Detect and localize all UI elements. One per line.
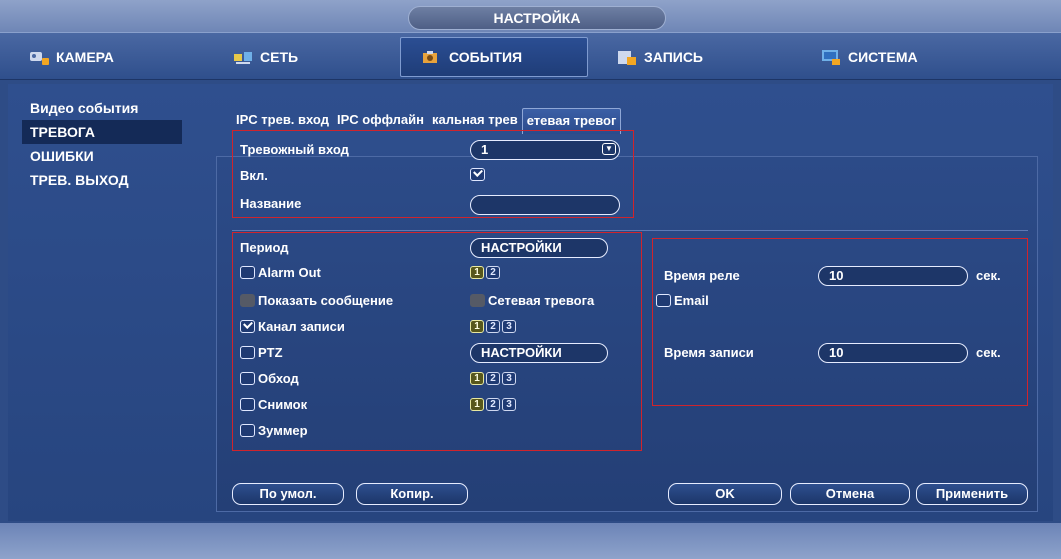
chevron-down-icon: ▼ <box>602 143 616 155</box>
tab-camera-label: КАМЕРА <box>56 49 114 65</box>
tab-network[interactable]: СЕТЬ <box>212 37 392 77</box>
relay-time-label: Время реле <box>664 268 740 283</box>
alarm-out-checkbox[interactable] <box>240 266 255 279</box>
tour-checkbox[interactable] <box>240 372 255 385</box>
sidebar-item-errors[interactable]: ОШИБКИ <box>22 144 182 168</box>
snapshot-channel-2[interactable]: 2 <box>486 398 500 411</box>
sidebar: Видео события ТРЕВОГА ОШИБКИ ТРЕВ. ВЫХОД <box>22 96 182 192</box>
show-message-label: Показать сообщение <box>258 293 394 308</box>
period-label: Период <box>240 240 289 255</box>
tour-channel-3[interactable]: 3 <box>502 372 516 385</box>
net-alarm-checkbox[interactable] <box>470 294 485 307</box>
window-title: НАСТРОЙКА <box>408 6 666 30</box>
snapshot-checkbox[interactable] <box>240 398 255 411</box>
alarm-out-label: Alarm Out <box>258 265 321 280</box>
tab-system[interactable]: СИСТЕМА <box>800 37 1000 77</box>
show-message-checkbox[interactable] <box>240 294 255 307</box>
bottom-bar <box>0 523 1061 559</box>
record-time-input[interactable]: 10 <box>818 343 968 363</box>
snapshot-channel-1[interactable]: 1 <box>470 398 484 411</box>
alarm-input-label: Тревожный вход <box>240 142 349 157</box>
enable-label: Вкл. <box>240 168 268 183</box>
title-bar: НАСТРОЙКА <box>0 0 1061 32</box>
sidebar-item-alarm-output[interactable]: ТРЕВ. ВЫХОД <box>22 168 182 192</box>
relay-time-unit: сек. <box>976 268 1001 283</box>
record-time-unit: сек. <box>976 345 1001 360</box>
tab-system-label: СИСТЕМА <box>848 49 918 65</box>
tab-events-label: СОБЫТИЯ <box>449 49 523 65</box>
sidebar-item-alarm[interactable]: ТРЕВОГА <box>22 120 182 144</box>
name-label: Название <box>240 196 302 211</box>
tab-network-label: СЕТЬ <box>260 49 299 65</box>
buzzer-checkbox[interactable] <box>240 424 255 437</box>
snapshot-channel-3[interactable]: 3 <box>502 398 516 411</box>
tour-label: Обход <box>258 371 299 386</box>
tour-channel-2[interactable]: 2 <box>486 372 500 385</box>
events-icon <box>421 48 443 66</box>
tab-camera[interactable]: КАМЕРА <box>8 37 188 77</box>
net-alarm-label: Сетевая тревога <box>488 293 595 308</box>
ptz-label: PTZ <box>258 345 283 360</box>
record-icon <box>616 48 638 66</box>
alarm-out-channel-1[interactable]: 1 <box>470 266 484 279</box>
buzzer-label: Зуммер <box>258 423 308 438</box>
ok-button[interactable]: OK <box>668 483 782 505</box>
ptz-checkbox[interactable] <box>240 346 255 359</box>
tab-record-label: ЗАПИСЬ <box>644 49 703 65</box>
alarm-input-value: 1 <box>481 142 489 157</box>
enable-checkbox[interactable] <box>470 168 485 181</box>
default-button[interactable]: По умол. <box>232 483 344 505</box>
camera-icon <box>28 48 50 66</box>
network-icon <box>232 48 254 66</box>
alarm-input-select[interactable]: 1 ▼ <box>470 140 620 160</box>
highlight-box-timing <box>652 238 1028 406</box>
section-divider <box>232 230 1028 231</box>
record-channel-label: Канал записи <box>258 319 345 334</box>
tab-record[interactable]: ЗАПИСЬ <box>596 37 792 77</box>
record-channel-checkbox[interactable] <box>240 320 255 333</box>
ptz-settings-button[interactable]: НАСТРОЙКИ <box>470 343 608 363</box>
tab-events[interactable]: СОБЫТИЯ <box>400 37 588 77</box>
alarm-out-channel-2[interactable]: 2 <box>486 266 500 279</box>
record-channel-3[interactable]: 3 <box>502 320 516 333</box>
tour-channel-1[interactable]: 1 <box>470 372 484 385</box>
main-tab-bar: КАМЕРА СЕТЬ СОБЫТИЯ ЗАПИСЬ СИСТЕМА <box>0 32 1061 80</box>
cancel-button[interactable]: Отмена <box>790 483 910 505</box>
copy-button[interactable]: Копир. <box>356 483 468 505</box>
snapshot-label: Снимок <box>258 397 308 412</box>
apply-button[interactable]: Применить <box>916 483 1028 505</box>
system-icon <box>820 48 842 66</box>
record-channel-2[interactable]: 2 <box>486 320 500 333</box>
relay-time-input[interactable]: 10 <box>818 266 968 286</box>
record-time-label: Время записи <box>664 345 754 360</box>
sidebar-item-video-events[interactable]: Видео события <box>22 96 182 120</box>
name-input[interactable] <box>470 195 620 215</box>
record-channel-1[interactable]: 1 <box>470 320 484 333</box>
period-settings-button[interactable]: НАСТРОЙКИ <box>470 238 608 258</box>
